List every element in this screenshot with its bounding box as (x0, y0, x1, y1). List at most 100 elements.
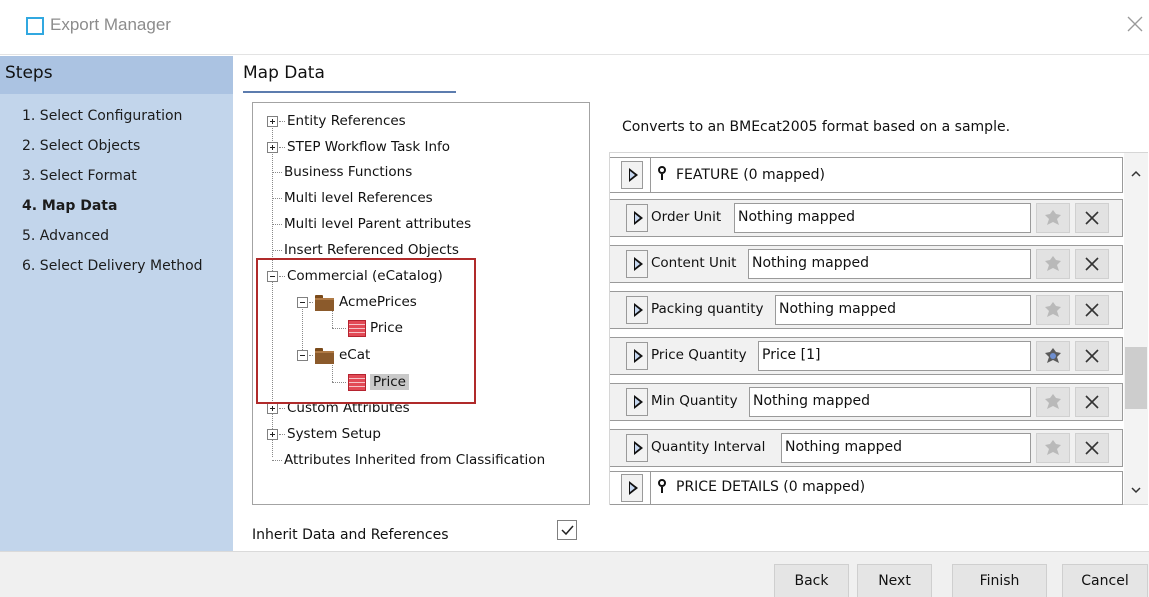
back-button[interactable]: Back (774, 564, 849, 597)
window-title: Export Manager (50, 15, 171, 34)
step-select-objects[interactable]: 2. Select Objects (22, 138, 203, 168)
vertical-scrollbar[interactable] (1124, 153, 1148, 504)
tree-item-multi-level-references[interactable]: Multi level References (272, 187, 433, 209)
inherit-label: Inherit Data and References (252, 527, 449, 543)
tree-item-label: Multi level References (284, 190, 433, 206)
field-label: Packing quantity (651, 301, 764, 317)
gear-icon (1045, 394, 1061, 409)
tree-item-label: Attributes Inherited from Classification (284, 452, 546, 468)
expand-icon[interactable] (267, 402, 278, 414)
group-price-details[interactable]: PRICE DETAILS (0 mapped) (610, 471, 1123, 505)
step-select-delivery-method[interactable]: 6. Select Delivery Method (22, 258, 203, 288)
tree-item-label: Multi level Parent attributes (284, 216, 472, 232)
field-value[interactable]: Nothing mapped (734, 203, 1031, 233)
steps-heading: Steps (0, 56, 233, 94)
close-icon (1085, 257, 1099, 271)
field-value[interactable]: Price [1] (758, 341, 1031, 371)
gear-icon (1045, 348, 1061, 363)
field-value[interactable]: Nothing mapped (775, 295, 1031, 325)
button-bar: Back Next Finish Cancel (0, 551, 1149, 597)
expand-icon[interactable] (267, 141, 278, 153)
expand-field-icon[interactable] (626, 388, 648, 416)
tree-item-attributes-inherited-from-classification[interactable]: Attributes Inherited from Classification (272, 449, 545, 471)
field-label: Price Quantity (651, 347, 747, 363)
map-gear-button[interactable] (1036, 249, 1070, 279)
field-row-min-quantity: Min Quantity Nothing mapped (610, 383, 1123, 421)
clear-button[interactable] (1075, 387, 1109, 417)
clear-button[interactable] (1075, 203, 1109, 233)
checkmark-icon (561, 525, 574, 536)
gear-icon (1045, 440, 1061, 455)
field-value[interactable]: Nothing mapped (748, 249, 1031, 279)
expand-field-icon[interactable] (626, 342, 648, 370)
tree-item-label: Entity References (287, 113, 406, 129)
steps-sidebar: Steps 1. Select Configuration 2. Select … (0, 56, 233, 551)
map-gear-button[interactable] (1036, 295, 1070, 325)
step-map-data[interactable]: 4. Map Data (22, 198, 203, 228)
field-label: Quantity Interval (651, 439, 766, 455)
tree-item-multi-level-parent-attributes[interactable]: Multi level Parent attributes (272, 213, 471, 235)
tree-item-system-setup[interactable]: System Setup (267, 423, 381, 445)
field-row-content-unit: Content Unit Nothing mapped (610, 245, 1123, 283)
field-label: Min Quantity (651, 393, 738, 409)
field-row-packing-quantity: Packing quantity Nothing mapped (610, 291, 1123, 329)
step-advanced[interactable]: 5. Advanced (22, 228, 203, 258)
format-description: Converts to an BMEcat2005 format based o… (622, 119, 1011, 135)
field-value[interactable]: Nothing mapped (749, 387, 1031, 417)
scroll-down-icon[interactable] (1129, 483, 1143, 497)
close-icon (1085, 211, 1099, 225)
scroll-thumb[interactable] (1125, 347, 1147, 409)
map-gear-button[interactable] (1036, 341, 1070, 371)
app-icon (26, 17, 44, 35)
map-gear-button[interactable] (1036, 387, 1070, 417)
expand-field-icon[interactable] (626, 204, 648, 232)
highlight-box (256, 258, 476, 404)
expand-field-icon[interactable] (626, 250, 648, 278)
finish-button[interactable]: Finish (952, 564, 1047, 597)
map-gear-button[interactable] (1036, 433, 1070, 463)
step-select-configuration[interactable]: 1. Select Configuration (22, 108, 203, 138)
gear-icon (1045, 302, 1061, 317)
field-row-quantity-interval: Quantity Interval Nothing mapped (610, 429, 1123, 467)
tree-item-step-workflow-task-info[interactable]: STEP Workflow Task Info (267, 136, 450, 158)
tree-item-label: Insert Referenced Objects (284, 242, 459, 258)
next-button[interactable]: Next (857, 564, 932, 597)
scroll-up-icon[interactable] (1129, 167, 1143, 181)
tree-item-entity-references[interactable]: Entity References (267, 110, 406, 132)
step-select-format[interactable]: 3. Select Format (22, 168, 203, 198)
gear-icon (1045, 210, 1061, 225)
expand-field-icon[interactable] (626, 434, 648, 462)
title-underline (243, 91, 456, 93)
expand-icon[interactable] (267, 428, 278, 440)
clear-button[interactable] (1075, 295, 1109, 325)
pin-icon (657, 166, 667, 180)
clear-button[interactable] (1075, 249, 1109, 279)
title-bar: Export Manager (0, 0, 1149, 55)
cancel-button[interactable]: Cancel (1062, 564, 1148, 597)
clear-button[interactable] (1075, 341, 1109, 371)
close-icon (1085, 303, 1099, 317)
group-label: PRICE DETAILS (0 mapped) (676, 479, 866, 495)
field-label: Content Unit (651, 255, 737, 271)
close-icon (1085, 441, 1099, 455)
close-icon (1085, 395, 1099, 409)
map-gear-button[interactable] (1036, 203, 1070, 233)
field-value[interactable]: Nothing mapped (781, 433, 1031, 463)
field-row-price-quantity: Price Quantity Price [1] (610, 337, 1123, 375)
expand-group-icon[interactable] (621, 474, 643, 502)
expand-field-icon[interactable] (626, 296, 648, 324)
group-label: FEATURE (0 mapped) (676, 167, 825, 183)
expand-icon[interactable] (267, 115, 278, 127)
tree-item-business-functions[interactable]: Business Functions (272, 161, 412, 183)
close-icon[interactable] (1125, 14, 1145, 34)
tree-item-label: System Setup (287, 426, 381, 442)
tree-item-label: Business Functions (284, 164, 413, 180)
group-feature[interactable]: FEATURE (0 mapped) (610, 157, 1123, 193)
page-title: Map Data (243, 63, 325, 83)
gear-icon (1045, 256, 1061, 271)
group-separator (650, 472, 651, 504)
expand-group-icon[interactable] (621, 161, 643, 189)
mapping-list[interactable]: FEATURE (0 mapped) Order Unit Nothing ma… (609, 152, 1148, 505)
inherit-checkbox[interactable] (557, 520, 577, 540)
clear-button[interactable] (1075, 433, 1109, 463)
